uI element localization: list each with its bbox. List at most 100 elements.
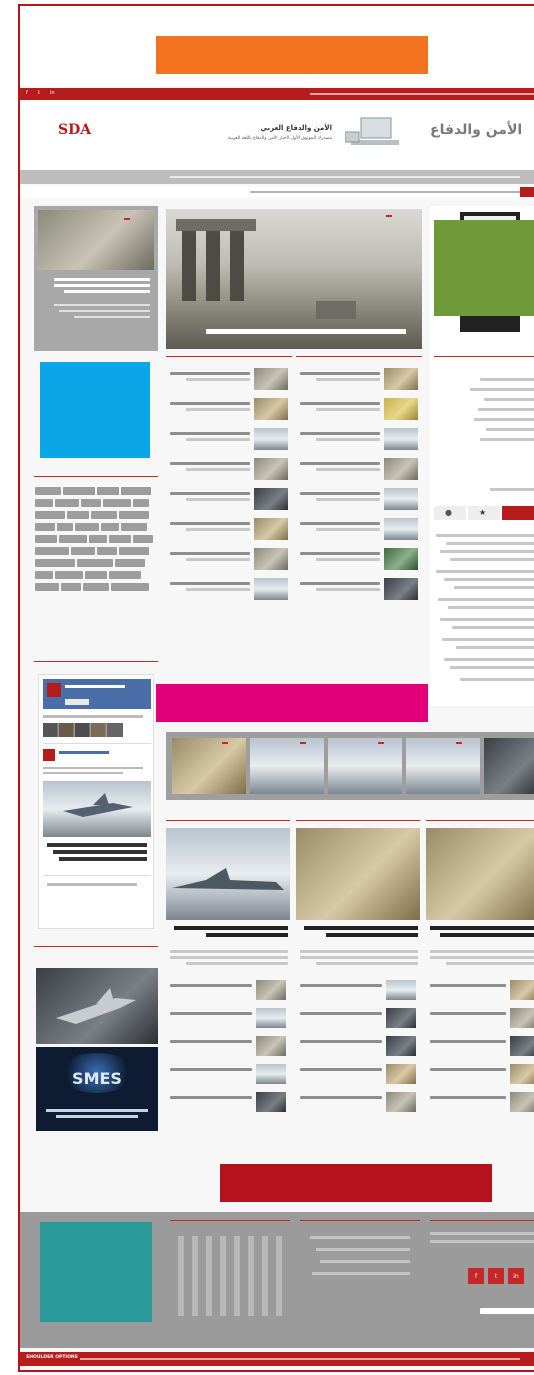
middle-banner-ad[interactable] xyxy=(156,684,428,722)
facebook-post-actions[interactable] xyxy=(47,883,137,886)
top-nav-links[interactable] xyxy=(310,93,534,95)
list-item[interactable] xyxy=(386,1008,416,1028)
list-item[interactable] xyxy=(254,488,288,510)
ticker-text[interactable] xyxy=(250,191,520,193)
top-nav-bar: f t in xyxy=(20,88,534,100)
carousel-item[interactable] xyxy=(484,738,534,794)
news-ticker xyxy=(20,186,534,198)
list-item[interactable] xyxy=(256,1008,286,1028)
video-thumbnail-jet[interactable] xyxy=(36,968,158,1044)
latest-news-lists xyxy=(166,356,422,656)
carousel-item[interactable] xyxy=(328,738,402,794)
list-item[interactable] xyxy=(384,398,418,420)
facebook-followers xyxy=(43,723,123,737)
tag-item[interactable] xyxy=(35,487,61,495)
facebook-page-avatar xyxy=(47,683,61,697)
list-item[interactable] xyxy=(256,980,286,1000)
list-item[interactable] xyxy=(510,1008,534,1028)
tab-comments[interactable]: ● xyxy=(434,506,466,520)
carousel-item[interactable] xyxy=(406,738,480,794)
list-item[interactable] xyxy=(384,488,418,510)
top-banner-ad[interactable] xyxy=(156,36,428,74)
facebook-like-button[interactable] xyxy=(65,699,89,705)
comment-icon: ● xyxy=(445,508,452,517)
category-lead-image[interactable] xyxy=(166,828,290,920)
sidebar-featured-title xyxy=(54,278,150,281)
list-item[interactable] xyxy=(384,428,418,450)
tags-cloud xyxy=(34,486,158,636)
site-title: الأمن والدفاع العربي xyxy=(260,124,332,132)
bottom-nav-bar: SHOULDER OPTIONS xyxy=(20,1352,534,1366)
sidebar-featured-image xyxy=(38,210,154,270)
footer-label: SHOULDER OPTIONS xyxy=(26,1355,78,1360)
footer-linkedin-icon[interactable]: in xyxy=(508,1268,524,1284)
list-item[interactable] xyxy=(254,368,288,390)
site-logo[interactable]: الأمن والدفاع xyxy=(430,122,522,138)
site-subtitle: مصدرك الموثوق الأول لأخبار الأمن والدفاع… xyxy=(227,136,332,141)
category-lead-title[interactable] xyxy=(430,926,534,930)
list-item[interactable] xyxy=(256,1036,286,1056)
list-item[interactable] xyxy=(254,428,288,450)
list-item[interactable] xyxy=(254,458,288,480)
list-item[interactable] xyxy=(386,1092,416,1112)
list-item[interactable] xyxy=(254,398,288,420)
sidebar-featured-card[interactable] xyxy=(34,206,158,351)
featured-article-title[interactable] xyxy=(206,329,406,334)
facebook-page-header[interactable] xyxy=(43,679,151,709)
list-item[interactable] xyxy=(510,980,534,1000)
facebook-post-image[interactable] xyxy=(43,781,151,837)
category-lead-title[interactable] xyxy=(304,926,418,930)
list-item[interactable] xyxy=(510,1036,534,1056)
list-item[interactable] xyxy=(386,980,416,1000)
sidebar-ad-green[interactable] xyxy=(434,220,534,316)
list-item[interactable] xyxy=(254,548,288,570)
carousel-item[interactable] xyxy=(250,738,324,794)
featured-tag xyxy=(386,215,392,217)
category-lead-title[interactable] xyxy=(174,926,288,930)
footer-twitter-icon[interactable]: t xyxy=(488,1268,504,1284)
footer-ad-teal[interactable] xyxy=(40,1222,152,1322)
newsletter-input[interactable] xyxy=(480,1308,534,1314)
sda-logo[interactable]: SDA xyxy=(58,122,91,138)
site-header: SDA الأمن والدفاع العربي مصدرك الموثوق ا… xyxy=(20,100,534,170)
list-item[interactable] xyxy=(384,518,418,540)
ticker-label xyxy=(520,187,534,197)
footer-links[interactable] xyxy=(310,1236,410,1239)
facebook-post-title[interactable] xyxy=(47,843,147,847)
tab-recent[interactable] xyxy=(502,506,534,520)
category-columns xyxy=(166,810,534,1160)
list-item[interactable] xyxy=(256,1092,286,1112)
facebook-widget xyxy=(38,674,154,929)
tab-popular[interactable]: ★ xyxy=(468,506,500,520)
star-icon: ★ xyxy=(479,508,487,517)
carousel-item[interactable] xyxy=(172,738,246,794)
sidebar-ad-blue[interactable] xyxy=(40,362,150,458)
featured-article-image[interactable] xyxy=(166,209,422,349)
footer-calendar[interactable] xyxy=(178,1236,288,1316)
category-lead-image[interactable] xyxy=(296,828,420,920)
main-nav xyxy=(20,170,534,184)
browser-page: f t in SDA الأمن والدفاع العربي مصدرك ال… xyxy=(18,4,534,1372)
facebook-icon[interactable]: f xyxy=(26,90,28,96)
list-item[interactable] xyxy=(386,1064,416,1084)
list-item[interactable] xyxy=(384,578,418,600)
list-item[interactable] xyxy=(254,518,288,540)
list-item[interactable] xyxy=(384,548,418,570)
video-thumbnail-smes[interactable]: SMES xyxy=(36,1047,158,1131)
facebook-widget-line xyxy=(34,661,158,662)
list-item[interactable] xyxy=(384,368,418,390)
bottom-nav-links[interactable] xyxy=(80,1358,520,1360)
bottom-banner-ad[interactable] xyxy=(220,1164,492,1202)
list-item[interactable] xyxy=(384,458,418,480)
image-carousel xyxy=(166,732,534,800)
footer-facebook-icon[interactable]: f xyxy=(468,1268,484,1284)
list-item[interactable] xyxy=(510,1064,534,1084)
twitter-icon[interactable]: t xyxy=(38,90,40,96)
list-item[interactable] xyxy=(386,1036,416,1056)
linkedin-icon[interactable]: in xyxy=(50,90,55,96)
list-item[interactable] xyxy=(256,1064,286,1084)
list-item[interactable] xyxy=(510,1092,534,1112)
category-lead-image[interactable] xyxy=(426,828,534,920)
list-item[interactable] xyxy=(254,578,288,600)
main-nav-items[interactable] xyxy=(170,176,520,178)
